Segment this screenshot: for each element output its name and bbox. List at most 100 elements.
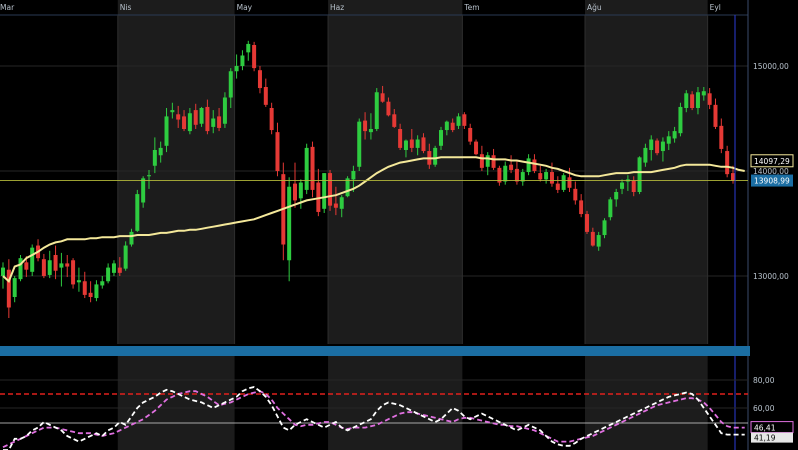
candle-body [111, 263, 116, 273]
candle [18, 255, 23, 282]
candle-body [287, 186, 292, 261]
candle-body [415, 139, 420, 148]
price-tick-label: 13000,00 [753, 272, 789, 281]
candle-body [392, 114, 397, 127]
candle-body [222, 97, 227, 124]
candle-body [579, 200, 584, 215]
candle [579, 194, 584, 218]
price-tick-label: 15000,00 [753, 62, 789, 71]
month-label: May [237, 3, 253, 12]
candle [257, 66, 262, 94]
candle-body [368, 129, 373, 133]
candle [357, 118, 362, 171]
candle-body [129, 231, 134, 245]
candle-body [88, 292, 93, 297]
candle-body [491, 155, 496, 168]
candle [509, 155, 514, 174]
candle-body [614, 192, 619, 200]
candle-body [357, 121, 362, 167]
candle-body [141, 178, 146, 203]
candle [100, 276, 105, 289]
candle [71, 258, 76, 289]
candle [655, 138, 660, 156]
candle-body [94, 284, 99, 299]
candle-body [164, 116, 169, 146]
chart-canvas: Mar Nis May Haz Tem Ağu Eyl 15000,0014000,0013… [0, 0, 794, 450]
candle [222, 92, 227, 128]
candle [135, 189, 140, 232]
candle-body [246, 43, 251, 53]
month-band-3 [328, 0, 463, 344]
candle-body [199, 108, 204, 124]
candle [263, 78, 268, 107]
candle-body [182, 116, 187, 129]
candle-body [509, 164, 514, 170]
candle [275, 122, 280, 177]
candle [252, 41, 257, 72]
candle-body [439, 130, 443, 146]
candle-body [637, 157, 642, 192]
candle-body [217, 116, 222, 128]
candle-body [310, 146, 315, 190]
candle-body [602, 220, 607, 236]
candle-body [514, 168, 519, 182]
candle [549, 162, 554, 187]
candle-body [596, 235, 601, 247]
candle [246, 40, 251, 61]
month-band-1 [117, 0, 235, 344]
candle [713, 98, 718, 129]
candle [462, 112, 467, 129]
panel-separator[interactable] [0, 346, 750, 356]
osc-tick-label: 80,00 [753, 376, 775, 385]
candle-body [240, 55, 245, 66]
candle-body [620, 182, 625, 189]
candle-body [713, 104, 718, 127]
candle-body [631, 180, 636, 192]
candle-body [135, 194, 140, 231]
candle-body [660, 141, 665, 152]
candle-body [707, 93, 712, 105]
candle [433, 145, 438, 167]
candle-body [672, 131, 677, 139]
candle [281, 162, 286, 261]
candle-body [269, 108, 274, 131]
candle [47, 250, 52, 279]
candle-body [158, 147, 163, 156]
candle-body [374, 92, 379, 129]
candle [561, 173, 566, 192]
candle-body [71, 260, 76, 285]
candle [234, 54, 239, 79]
candle [374, 88, 379, 132]
candle-body [608, 199, 613, 218]
candle [328, 169, 333, 211]
candle-body [293, 183, 297, 201]
candle-body [59, 263, 64, 268]
candle [322, 173, 327, 213]
candle [106, 263, 111, 284]
candle [12, 276, 17, 303]
candle [538, 165, 543, 182]
candle-body [643, 147, 648, 163]
candle-body [252, 45, 257, 69]
candle-body [47, 260, 52, 275]
candle [76, 267, 81, 292]
candle-body [555, 183, 560, 190]
candle [468, 123, 473, 145]
candle [485, 152, 490, 176]
candle-body [456, 116, 461, 126]
candle-body [719, 125, 724, 149]
price-axis: 15000,0014000,0013000,0014097,2913908,99 [750, 62, 794, 281]
candle [526, 154, 531, 176]
candle-body [585, 214, 589, 232]
candle-body [544, 172, 549, 180]
candle [6, 259, 11, 318]
candle-body [351, 171, 356, 180]
candle-body [567, 177, 572, 188]
candle [316, 168, 321, 217]
candle-body [205, 106, 210, 132]
candle [94, 280, 99, 302]
candle-body [53, 255, 58, 271]
candle [41, 253, 46, 279]
candle [298, 179, 303, 209]
candle-body [193, 110, 198, 125]
